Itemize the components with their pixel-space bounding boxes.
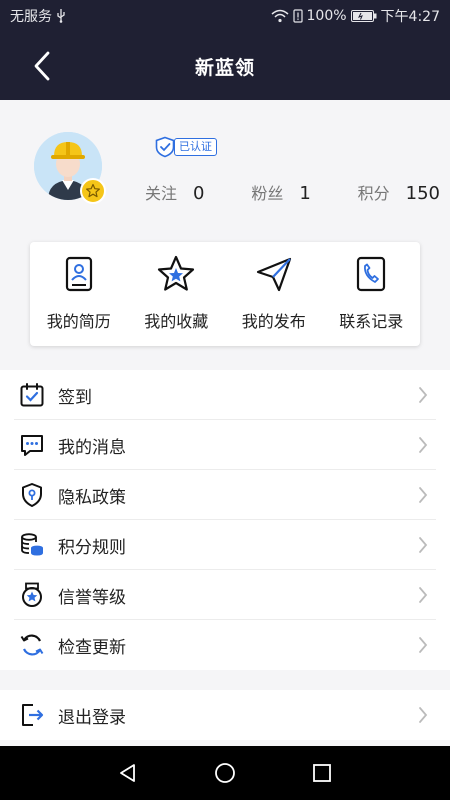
recents-square-icon[interactable] <box>311 762 333 784</box>
menu-label: 隐私政策 <box>58 487 126 508</box>
wifi-icon <box>271 9 289 23</box>
phone-record-icon <box>357 256 386 292</box>
menu-label: 退出登录 <box>58 707 126 728</box>
profile-stats: 关注 0 粉丝 1 积分 150 <box>145 180 440 204</box>
chevron-right-icon <box>419 637 428 653</box>
system-nav-bar <box>0 746 450 800</box>
chevron-right-icon <box>419 437 428 453</box>
chevron-right-icon <box>419 537 428 553</box>
quick-actions-card: 我的简历 我的收藏 我的发布 联系记录 <box>30 242 420 346</box>
chevron-right-icon <box>419 707 428 723</box>
settings-menu: 签到 我的消息 隐私政策 积分规则 信誉等级 检查更新 <box>0 370 450 670</box>
back-button[interactable] <box>22 46 62 86</box>
chevron-right-icon <box>419 487 428 503</box>
quick-my-posts[interactable]: 我的发布 <box>225 242 323 346</box>
stat-label: 关注 <box>145 184 178 203</box>
stat-value: 1 <box>299 183 311 204</box>
calendar-check-icon <box>18 381 46 409</box>
star-badge-icon <box>86 183 100 198</box>
menu-item-privacy[interactable]: 隐私政策 <box>0 470 450 520</box>
verified-badge: 已认证 <box>154 136 217 158</box>
nav-bar: 新蓝领 <box>0 32 450 100</box>
send-icon <box>256 257 291 292</box>
back-triangle-icon[interactable] <box>117 762 139 784</box>
coins-icon <box>18 531 46 559</box>
menu-item-points-rules[interactable]: 积分规则 <box>0 520 450 570</box>
usb-icon <box>56 9 66 23</box>
menu-label: 我的消息 <box>58 437 126 458</box>
chevron-left-icon <box>34 51 50 81</box>
menu-label: 签到 <box>58 387 92 408</box>
quick-contact-records[interactable]: 联系记录 <box>323 242 421 346</box>
page-title: 新蓝领 <box>194 56 255 79</box>
clock-text: 下午4:27 <box>380 9 440 25</box>
status-bar: 无服务 100% 下午4:27 <box>0 0 450 32</box>
stat-points[interactable]: 积分 150 <box>358 180 440 204</box>
quick-label: 我的发布 <box>241 312 306 331</box>
stat-followers[interactable]: 粉丝 1 <box>251 180 310 204</box>
chevron-right-icon <box>419 387 428 403</box>
menu-label: 检查更新 <box>58 637 126 658</box>
quick-my-favorites[interactable]: 我的收藏 <box>128 242 226 346</box>
avatar-star-badge <box>80 178 106 204</box>
sim-alert-icon <box>292 9 303 23</box>
profile-section: 已认证 关注 0 粉丝 1 积分 150 我的简历 我的收藏 我的发布 联系记录 <box>0 100 450 370</box>
battery-percent: 100% <box>306 8 347 24</box>
quick-label: 我的收藏 <box>144 312 209 331</box>
carrier-text: 无服务 <box>10 9 52 25</box>
star-icon <box>158 255 195 291</box>
stat-label: 粉丝 <box>251 184 284 203</box>
resume-icon <box>65 256 92 292</box>
stat-value: 150 <box>405 183 440 204</box>
stat-value: 0 <box>193 183 205 204</box>
menu-item-credit-level[interactable]: 信誉等级 <box>0 570 450 620</box>
logout-icon <box>18 701 46 729</box>
refresh-icon <box>18 631 46 659</box>
menu-item-logout[interactable]: 退出登录 <box>0 690 450 740</box>
logout-menu: 退出登录 <box>0 690 450 740</box>
quick-label: 我的简历 <box>46 312 111 331</box>
stat-label: 积分 <box>357 184 390 203</box>
quick-my-resume[interactable]: 我的简历 <box>30 242 128 346</box>
message-icon <box>18 431 46 459</box>
menu-label: 积分规则 <box>58 537 126 558</box>
verified-shield-icon <box>155 136 175 158</box>
menu-label: 信誉等级 <box>58 587 126 608</box>
battery-icon <box>350 10 377 22</box>
chevron-right-icon <box>419 587 428 603</box>
quick-label: 联系记录 <box>339 312 404 331</box>
medal-icon <box>18 581 46 609</box>
menu-item-check-update[interactable]: 检查更新 <box>0 620 450 670</box>
stat-following[interactable]: 关注 0 <box>145 180 204 204</box>
home-circle-icon[interactable] <box>214 762 236 784</box>
verified-label: 已认证 <box>174 138 217 156</box>
shield-icon <box>18 481 46 509</box>
menu-item-messages[interactable]: 我的消息 <box>0 420 450 470</box>
menu-item-checkin[interactable]: 签到 <box>0 370 450 420</box>
